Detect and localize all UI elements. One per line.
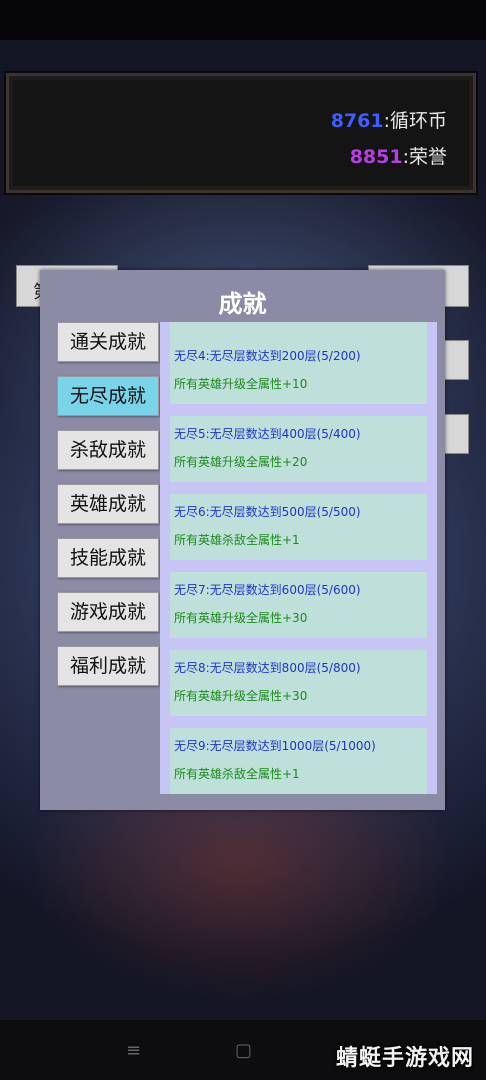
tab-endless-achievements[interactable]: 无尽成就 [57, 376, 159, 416]
list-item: 无尽5:无尽层数达到400层(5/400) 所有英雄升级全属性+20 [170, 416, 427, 482]
list-item: 无尽6:无尽层数达到500层(5/500) 所有英雄杀敌全属性+1 [170, 494, 427, 560]
watermark: 蜻蜓手游戏网 [335, 1046, 474, 1071]
home-icon[interactable]: ▢ [235, 1040, 252, 1061]
tab-game-achievements[interactable]: 游戏成就 [57, 592, 159, 632]
achievement-reward: 所有英雄升级全属性+10 [174, 377, 308, 391]
tab-kill-achievements[interactable]: 杀敌成就 [57, 430, 159, 470]
achievement-list[interactable]: 无尽4:无尽层数达到200层(5/200) 所有英雄升级全属性+10 无尽5:无… [160, 322, 437, 794]
cycle-coin-label: :循环币 [383, 110, 447, 132]
menu-icon[interactable]: ≡ [126, 1040, 141, 1061]
list-item [170, 322, 427, 338]
currency-panel: 8761:循环币 8851:荣誉 [6, 73, 476, 193]
tab-hero-achievements[interactable]: 英雄成就 [57, 484, 159, 524]
cycle-coin-display: 8761:循环币 [331, 106, 447, 133]
achievement-requirement: 无尽6:无尽层数达到500层(5/500) [174, 505, 361, 519]
achievement-requirement: 无尽4:无尽层数达到200层(5/200) [174, 349, 361, 363]
tab-welfare-achievements[interactable]: 福利成就 [57, 646, 159, 686]
tab-clear-achievements[interactable]: 通关成就 [57, 322, 159, 362]
honor-value: 8851 [349, 146, 403, 168]
list-item: 无尽9:无尽层数达到1000层(5/1000) 所有英雄杀敌全属性+1 [170, 728, 427, 794]
dialog-title: 成就 [218, 290, 267, 318]
achievement-requirement: 无尽5:无尽层数达到400层(5/400) [174, 427, 361, 441]
achievement-reward: 所有英雄升级全属性+20 [174, 455, 308, 469]
achievement-reward: 所有英雄升级全属性+30 [174, 611, 308, 625]
status-bar [0, 0, 486, 40]
list-item: 无尽8:无尽层数达到800层(5/800) 所有英雄升级全属性+30 [170, 650, 427, 716]
achievement-requirement: 无尽7:无尽层数达到600层(5/600) [174, 583, 361, 597]
honor-display: 8851:荣誉 [350, 142, 447, 169]
list-item: 无尽7:无尽层数达到600层(5/600) 所有英雄升级全属性+30 [170, 572, 427, 638]
achievement-dialog: 成就 通关成就 无尽成就 杀敌成就 英雄成就 技能成就 游戏成就 福利成就 无尽… [40, 270, 445, 810]
list-item: 无尽4:无尽层数达到200层(5/200) 所有英雄升级全属性+10 [170, 338, 427, 404]
tab-skill-achievements[interactable]: 技能成就 [57, 538, 159, 578]
achievement-reward: 所有英雄升级全属性+30 [174, 689, 308, 703]
cycle-coin-value: 8761 [330, 110, 384, 132]
achievement-reward: 所有英雄杀敌全属性+1 [174, 533, 300, 547]
achievement-requirement: 无尽9:无尽层数达到1000层(5/1000) [174, 739, 376, 753]
achievement-reward: 所有英雄杀敌全属性+1 [174, 767, 300, 781]
honor-label: :荣誉 [402, 146, 447, 168]
achievement-requirement: 无尽8:无尽层数达到800层(5/800) [174, 661, 361, 675]
